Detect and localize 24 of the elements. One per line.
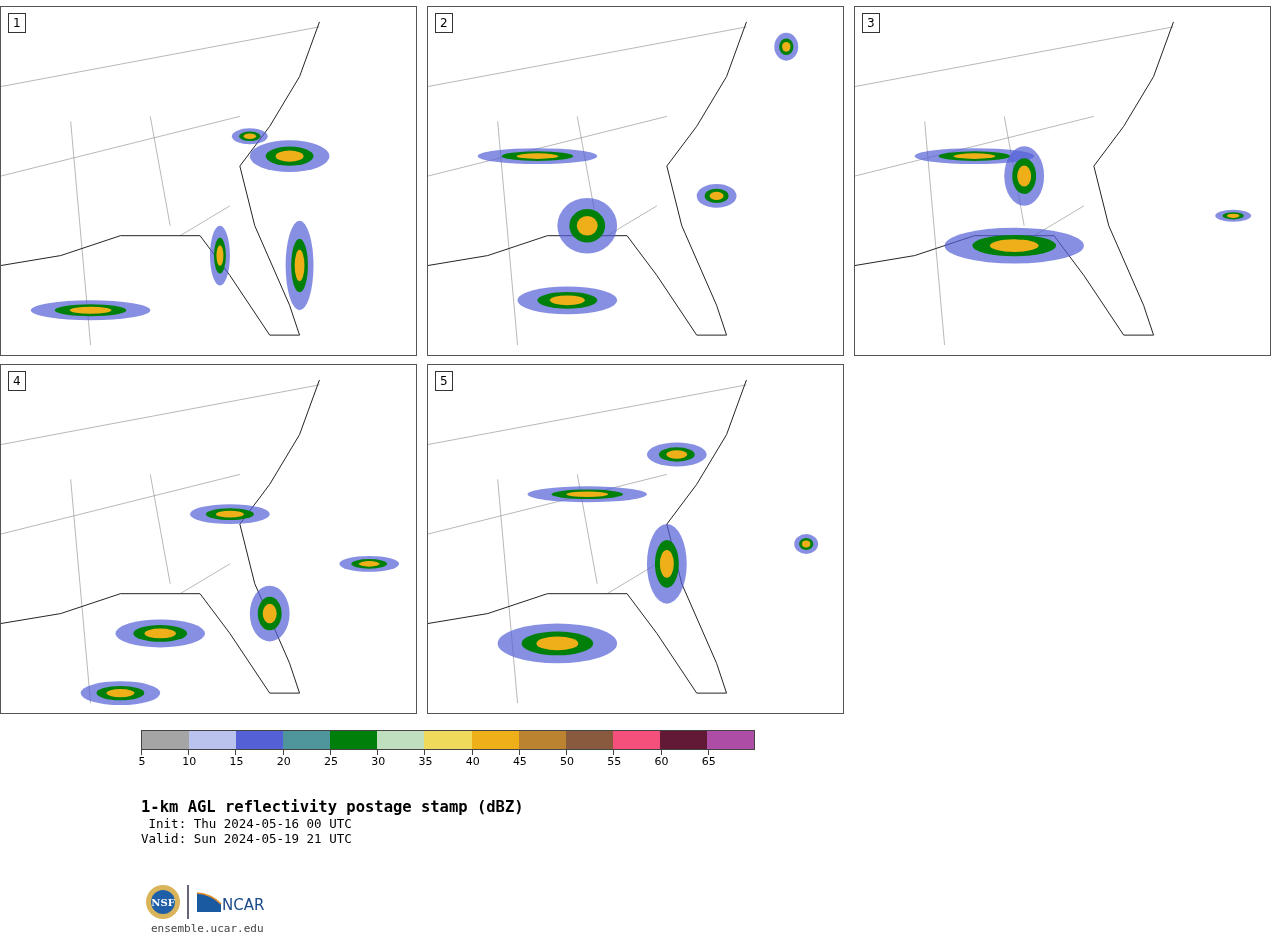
scale-tick-label: 60 bbox=[654, 755, 669, 768]
scale-tick-label: 20 bbox=[276, 755, 291, 768]
panel-number: 4 bbox=[8, 371, 26, 391]
panel-number: 5 bbox=[435, 371, 453, 391]
website-url: ensemble.ucar.edu bbox=[151, 922, 265, 935]
init-time: Init: Thu 2024-05-16 00 UTC bbox=[147, 816, 353, 831]
scale-tick-label: 30 bbox=[371, 755, 386, 768]
scale-tick-label: 25 bbox=[323, 755, 338, 768]
scale-tick-label: 5 bbox=[138, 755, 146, 768]
scale-tick-label: 15 bbox=[229, 755, 244, 768]
panel-number: 2 bbox=[435, 13, 453, 33]
valid-time: Valid: Sun 2024-05-19 21 UTC bbox=[141, 831, 353, 846]
scale-tick-label: 35 bbox=[418, 755, 433, 768]
ncar-logo: NCAR bbox=[195, 890, 271, 914]
scale-tick-label: 65 bbox=[701, 755, 716, 768]
scale-tick-label: 55 bbox=[607, 755, 622, 768]
nsf-logo: NSF bbox=[145, 884, 181, 920]
panel-number: 3 bbox=[862, 13, 880, 33]
chart-title: 1-km AGL reflectivity postage stamp (dBZ) bbox=[141, 798, 525, 816]
scale-tick-label: 45 bbox=[512, 755, 527, 768]
panel-number: 1 bbox=[8, 13, 26, 33]
scale-tick-label: 10 bbox=[182, 755, 197, 768]
scale-tick-label: 40 bbox=[465, 755, 480, 768]
scale-tick-label: 50 bbox=[560, 755, 575, 768]
